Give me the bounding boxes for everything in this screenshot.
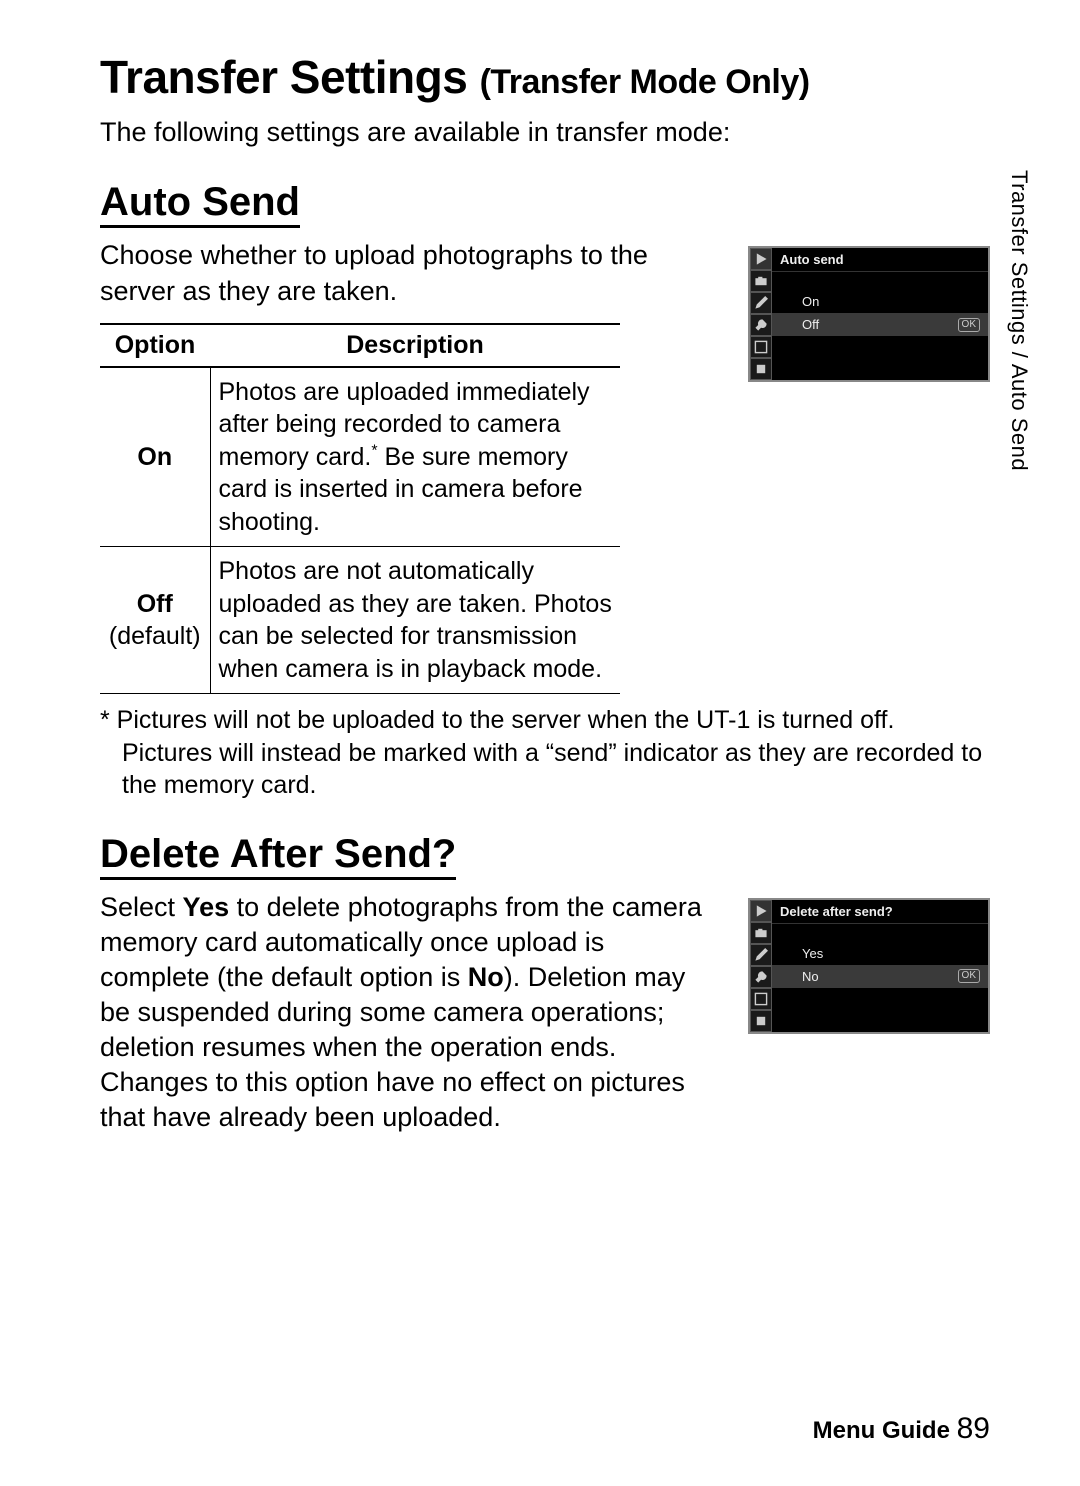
ok-badge: OK <box>958 969 980 983</box>
side-breadcrumb: Transfer Settings / Auto Send <box>1006 170 1032 471</box>
page-title: Transfer Settings (Transfer Mode Only) <box>100 50 990 104</box>
lcd-option-off: OffOK <box>772 313 988 336</box>
auto-send-table: Option Description On Photos are uploade… <box>100 323 620 695</box>
col-description: Description <box>210 324 620 367</box>
page-title-main: Transfer Settings <box>100 51 467 103</box>
retouch-icon <box>750 988 772 1010</box>
recent-icon <box>750 358 772 380</box>
col-option: Option <box>100 324 210 367</box>
page-title-suffix: (Transfer Mode Only) <box>480 63 810 101</box>
option-on-desc: Photos are uploaded immediately after be… <box>210 367 620 547</box>
ok-badge: OK <box>958 318 980 332</box>
delete-after-heading: Delete After Send? <box>100 832 456 880</box>
footer-label: Menu Guide <box>813 1417 950 1444</box>
delete-after-text: Select Yes to delete photographs from th… <box>100 890 720 1136</box>
wrench-icon <box>750 966 772 988</box>
lcd-title: Auto send <box>772 248 988 272</box>
lcd-title: Delete after send? <box>772 900 988 924</box>
option-off-default: (default) <box>108 620 202 653</box>
page-number: 89 <box>957 1412 990 1445</box>
play-icon <box>750 248 772 270</box>
recent-icon <box>750 1010 772 1032</box>
lcd-auto-send: Auto send On OffOK <box>748 246 990 382</box>
auto-send-heading: Auto Send <box>100 180 300 228</box>
lcd-tab-strip <box>750 900 772 1032</box>
page-footer: Menu Guide 89 <box>813 1412 990 1446</box>
retouch-icon <box>750 336 772 358</box>
option-off: Off <box>137 590 173 618</box>
table-row: On Photos are uploaded immediately after… <box>100 367 620 547</box>
auto-send-text: Choose whether to upload photographs to … <box>100 238 720 308</box>
option-on: On <box>137 443 172 471</box>
wrench-icon <box>750 314 772 336</box>
lcd-tab-strip <box>750 248 772 380</box>
option-off-desc: Photos are not automatically uploaded as… <box>210 547 620 694</box>
camera-icon <box>750 270 772 292</box>
auto-send-footnote: * Pictures will not be uploaded to the s… <box>100 704 990 802</box>
pencil-icon <box>750 944 772 966</box>
camera-icon <box>750 922 772 944</box>
play-icon <box>750 900 772 922</box>
intro-text: The following settings are available in … <box>100 114 990 150</box>
pencil-icon <box>750 292 772 314</box>
lcd-option-yes: Yes <box>772 942 988 965</box>
lcd-delete-after: Delete after send? Yes NoOK <box>748 898 990 1034</box>
lcd-option-no: NoOK <box>772 965 988 988</box>
lcd-option-on: On <box>772 290 988 313</box>
table-row: Off (default) Photos are not automatical… <box>100 547 620 694</box>
